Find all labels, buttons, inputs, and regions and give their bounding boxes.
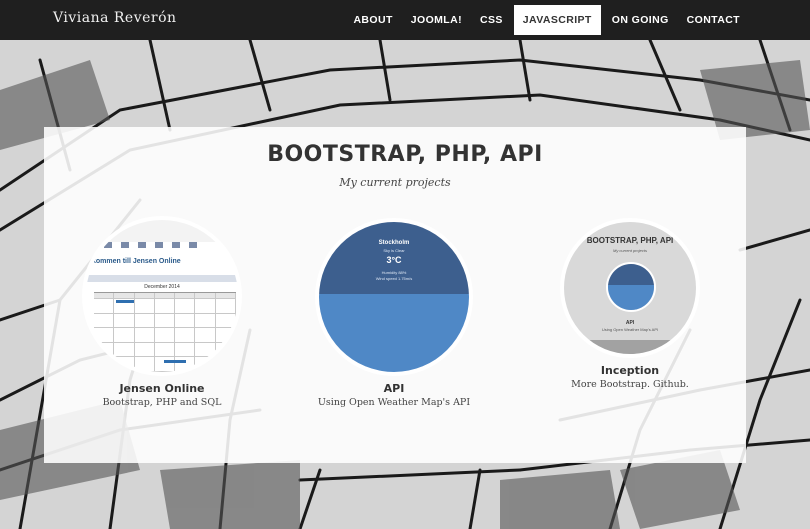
project-inception[interactable]: BOOTSTRAP, PHP, API My current projects … [560,218,700,390]
nav-item-joomla[interactable]: Joomla! [402,5,471,35]
weather-city: Stockholm [378,240,410,246]
thumbnail-inner-circle [606,262,656,312]
thumbnail-icon-row [104,242,197,248]
nav-item-contact[interactable]: Contact [678,5,749,35]
nav-item-about[interactable]: About [344,5,401,35]
project-thumbnail-api[interactable]: Stockholm Sky is Clear 3°C Humidity 88% … [315,218,473,376]
thumbnail-toolbar [86,275,238,282]
project-title: Inception [600,364,660,377]
weather-lower-panel [319,294,469,372]
weather-wind: Wind speed 1.75m/s [375,276,413,281]
project-title: API [383,382,405,395]
top-navbar: Viviana Reverón About Joomla! CSS Javasc… [0,0,810,40]
thumbnail-welcome-text: kommen till Jensen Online [92,258,181,265]
nav-item-css[interactable]: CSS [471,5,512,35]
project-thumbnail-jensen[interactable]: kommen till Jensen Online December 2014 [82,216,242,376]
project-api[interactable]: Stockholm Sky is Clear 3°C Humidity 88% … [312,218,476,408]
project-description: More Bootstrap. Github. [571,379,689,390]
thumbnail-bottom-bar [564,340,696,354]
page-subtitle: My current projects [339,176,451,189]
weather-humidity: Humidity 88% [381,270,407,275]
thumbnail-subtitle: My current projects [612,248,647,253]
weather-condition: Sky is Clear [383,248,405,253]
project-thumbnail-inception[interactable]: BOOTSTRAP, PHP, API My current projects … [560,218,700,358]
calendar-event [116,300,134,303]
thumbnail-header [86,220,238,242]
nav-item-on-going[interactable]: On going [603,5,678,35]
thumbnail-title: BOOTSTRAP, PHP, API [586,236,674,245]
brand-logo-text[interactable]: Viviana Reverón [53,10,177,26]
thumbnail-month: December 2014 [144,284,180,290]
project-description: Using Open Weather Map's API [317,397,471,408]
project-jensen-online[interactable]: kommen till Jensen Online December 2014 … [80,216,244,408]
project-description: Bootstrap, PHP and SQL [102,397,222,408]
page-title: BOOTSTRAP, PHP, API [267,142,543,167]
calendar-event [164,360,186,363]
main-nav: About Joomla! CSS Javascript On going Co… [344,5,749,35]
project-title: Jensen Online [119,382,205,395]
nav-item-javascript[interactable]: Javascript [513,5,601,35]
thumbnail-caption: API [625,320,635,326]
thumbnail-caption-sub: Using Open Weather Map's API [601,327,659,332]
weather-temperature: 3°C [386,255,402,265]
